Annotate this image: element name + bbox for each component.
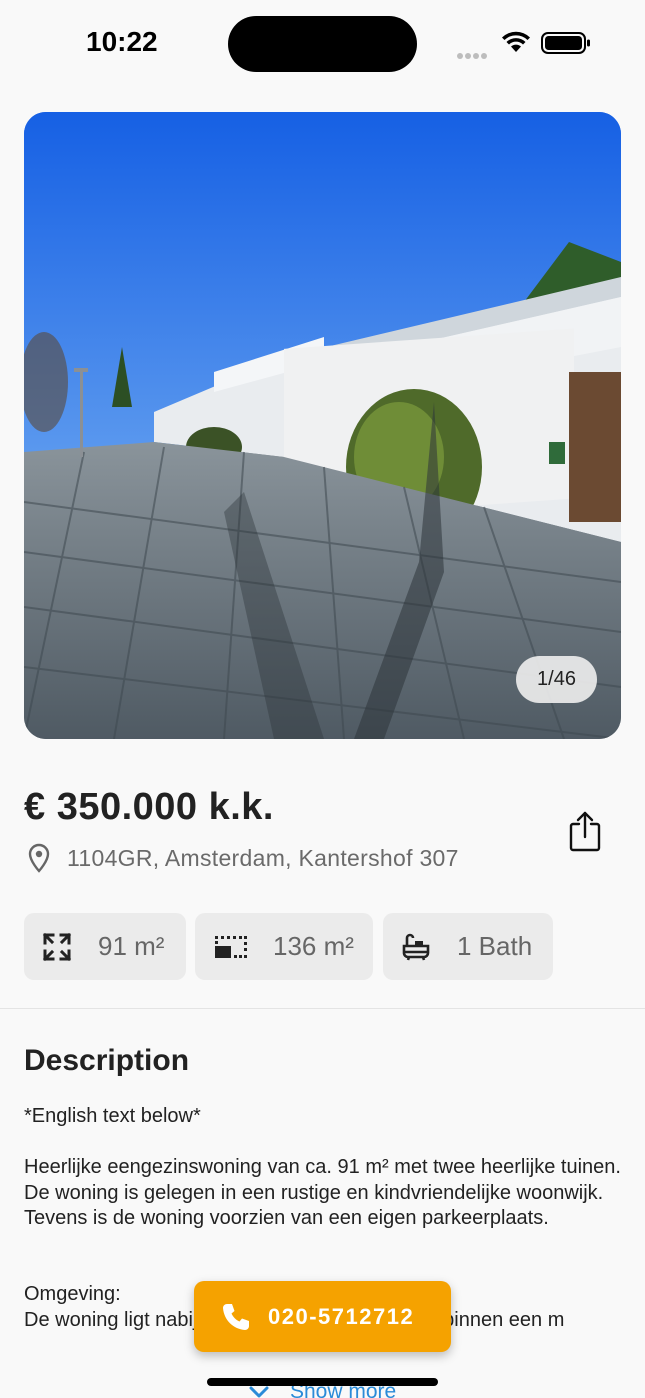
listing-price: € 350.000 k.k. (24, 786, 274, 828)
section-divider (0, 1008, 645, 1009)
house-photo-illustration (24, 112, 621, 739)
expand-arrows-icon (42, 932, 72, 961)
home-indicator[interactable] (207, 1378, 438, 1386)
phone-icon (223, 1303, 249, 1330)
cellular-signal-icon (457, 46, 491, 59)
wifi-icon (502, 31, 530, 52)
address-text: 1104GR, Amsterdam, Kantershof 307 (67, 844, 459, 871)
plot-area-label: 136 m² (273, 931, 354, 961)
status-time: 10:22 (86, 26, 158, 57)
address-row: 1104GR, Amsterdam, Kantershof 307 (26, 842, 459, 874)
battery-icon (541, 32, 590, 54)
description-paragraph: Heerlijke eengezinswoning van ca. 91 m² … (24, 1156, 621, 1229)
description-heading: Description (24, 1044, 190, 1077)
living-area-chip: 91 m² (24, 913, 186, 980)
phone-number-label: 020-5712712 (268, 1303, 415, 1329)
bathtub-icon (402, 933, 430, 960)
bathrooms-label: 1 Bath (457, 931, 533, 961)
listing-photo[interactable]: 1/46 (24, 112, 621, 739)
bathrooms-chip: 1 Bath (383, 913, 553, 980)
dynamic-island (228, 16, 417, 72)
call-agent-button[interactable]: 020-5712712 (194, 1281, 451, 1352)
status-bar: 10:22 (0, 0, 645, 88)
location-pin-icon (28, 843, 50, 873)
plot-area-chip: 136 m² (195, 913, 373, 980)
photo-counter-badge: 1/46 (516, 656, 597, 703)
plot-area-icon (215, 935, 247, 958)
share-icon[interactable] (566, 810, 604, 852)
living-area-label: 91 m² (98, 931, 165, 961)
description-paragraph: *English text below* (24, 1105, 201, 1127)
